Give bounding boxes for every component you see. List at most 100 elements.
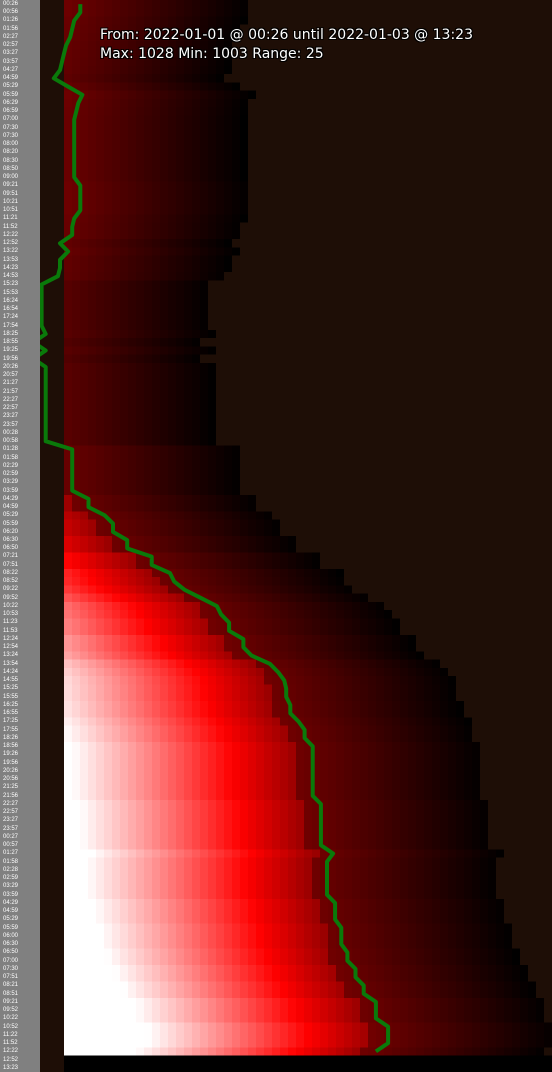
heatmap-cell <box>96 272 105 281</box>
heatmap-cell <box>256 313 265 323</box>
heatmap-cell <box>168 181 177 191</box>
heatmap-cell <box>128 131 137 141</box>
heatmap-cell <box>96 412 105 422</box>
heatmap-cell <box>448 74 457 83</box>
heatmap-cell <box>144 379 153 389</box>
heatmap-cell <box>224 296 233 306</box>
heatmap-cell <box>312 577 321 586</box>
heatmap-cell <box>176 338 185 347</box>
heatmap-cell <box>128 255 137 265</box>
heatmap-cell <box>48 387 57 397</box>
heatmap-cell <box>432 0 441 9</box>
heatmap-cell <box>360 8 369 17</box>
heatmap-cell <box>456 82 465 92</box>
heatmap-cell <box>544 387 552 397</box>
heatmap-cell <box>256 296 265 306</box>
heatmap-cell <box>416 107 425 116</box>
heatmap-cell <box>272 395 281 405</box>
heatmap-cell <box>352 115 361 125</box>
heatmap-cell <box>240 610 249 619</box>
heatmap-cell <box>544 453 552 463</box>
heatmap-cell <box>64 272 73 281</box>
heatmap-cell <box>216 206 225 215</box>
heatmap-cell <box>200 0 209 9</box>
heatmap-cell <box>72 247 81 257</box>
heatmap-cell <box>344 387 353 397</box>
heatmap-cell <box>480 437 489 446</box>
heatmap-cell <box>504 148 513 158</box>
heatmap-cell <box>232 568 241 578</box>
heatmap-cell <box>520 288 529 298</box>
heatmap-cell <box>496 486 505 496</box>
heatmap-cell <box>464 618 473 628</box>
heatmap-cell <box>296 552 305 562</box>
heatmap-cell <box>504 16 513 26</box>
heatmap-cell <box>464 255 473 265</box>
heatmap-cell <box>168 420 177 430</box>
heatmap-cell <box>128 420 137 430</box>
time-tick-label: 08:52 <box>3 578 19 585</box>
heatmap-cell <box>520 321 529 331</box>
heatmap-cell <box>288 577 297 586</box>
heatmap-cell <box>144 288 153 298</box>
heatmap-cell <box>368 321 377 331</box>
heatmap-cell <box>488 536 497 545</box>
heatmap-cell <box>120 412 129 422</box>
heatmap-cell <box>328 568 337 578</box>
heatmap-cell <box>184 362 193 372</box>
heatmap-cell <box>184 371 193 380</box>
heatmap-cell <box>240 247 249 257</box>
heatmap-cell <box>280 247 289 257</box>
heatmap-cell <box>528 536 537 545</box>
heatmap-cell <box>176 437 185 446</box>
heatmap-cell <box>408 511 417 521</box>
heatmap-cell <box>128 486 137 496</box>
heatmap-cell <box>512 107 521 116</box>
heatmap-cell <box>472 338 481 347</box>
heatmap-cell <box>472 601 481 611</box>
heatmap-cell <box>64 313 73 323</box>
heatmap-cell <box>360 552 369 562</box>
heatmap-cell <box>448 379 457 389</box>
heatmap-cell <box>328 445 337 455</box>
heatmap-cell <box>512 420 521 430</box>
time-tick-label: 11:53 <box>3 627 18 634</box>
heatmap-cell <box>152 494 161 504</box>
heatmap-cell <box>224 173 233 182</box>
heatmap-cell <box>480 470 489 479</box>
heatmap-cell <box>312 404 321 413</box>
heatmap-cell <box>496 247 505 257</box>
heatmap-cell <box>512 98 521 108</box>
heatmap-cell <box>264 156 273 166</box>
heatmap-cell <box>480 610 489 619</box>
heatmap-cell <box>248 107 257 116</box>
heatmap-cell <box>392 131 401 141</box>
heatmap-cell <box>208 618 217 628</box>
heatmap-cell <box>432 181 441 191</box>
heatmap-cell <box>96 197 105 207</box>
heatmap-cell <box>384 181 393 191</box>
heatmap-cell <box>128 197 137 207</box>
time-axis-strip: 00:26 00:56 01:26 01:56 02:27 02:57 03:27 03:57… <box>0 0 40 1072</box>
heatmap-cell <box>144 280 153 290</box>
heatmap-cell <box>240 461 249 471</box>
heatmap-cell <box>392 115 401 125</box>
heatmap-cell <box>544 65 552 75</box>
heatmap-cell <box>256 601 265 611</box>
heatmap-cell <box>192 206 201 215</box>
heatmap-cell <box>208 321 217 331</box>
heatmap-cell <box>368 346 377 356</box>
heatmap-cell <box>288 206 297 215</box>
heatmap-cell <box>336 371 345 380</box>
heatmap-cell <box>288 486 297 496</box>
heatmap-cell <box>272 98 281 108</box>
heatmap-cell <box>176 568 185 578</box>
heatmap-cell <box>248 453 257 463</box>
heatmap-cell <box>296 173 305 182</box>
time-tick-label: 19:26 <box>3 751 19 758</box>
heatmap-cell <box>248 420 257 430</box>
heatmap-cell <box>544 90 552 100</box>
heatmap-cell <box>88 478 97 488</box>
heatmap-cell <box>232 379 241 389</box>
heatmap-cell <box>312 321 321 331</box>
